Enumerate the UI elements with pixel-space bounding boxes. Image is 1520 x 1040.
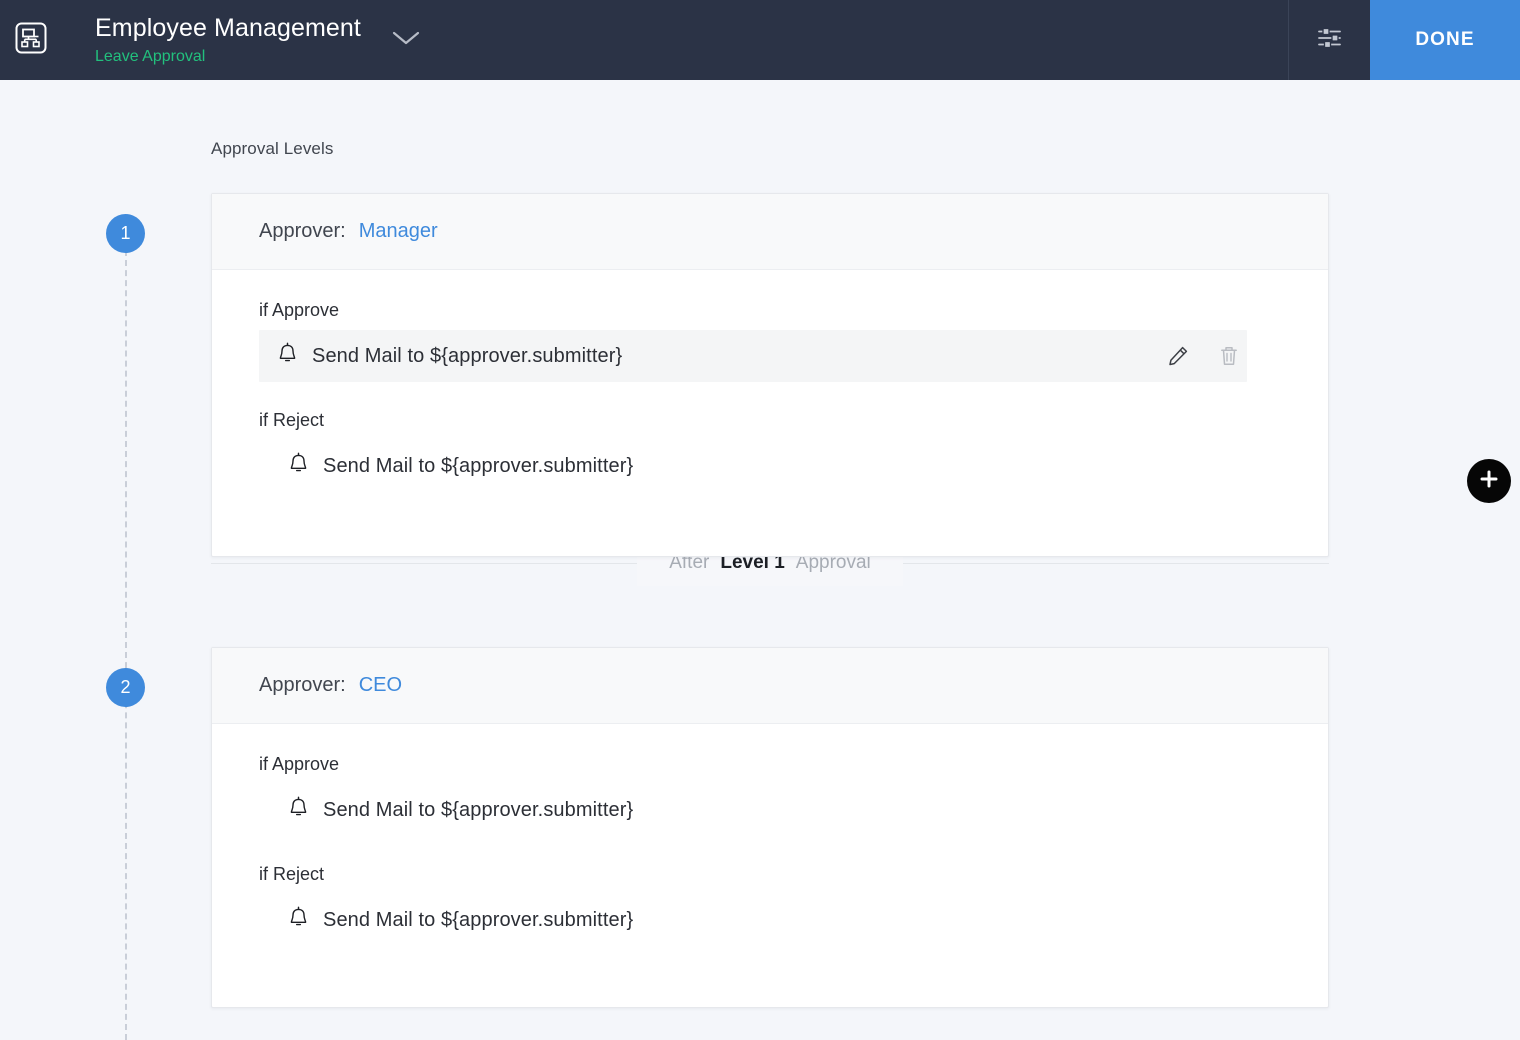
done-button[interactable]: DONE [1370, 0, 1520, 80]
level-1-body: if Approve Send Mail to ${approver.submi… [212, 270, 1328, 492]
action-text: Send Mail to ${approver.submitter} [312, 344, 623, 367]
app-subtitle: Leave Approval [95, 47, 206, 65]
approver-label: Approver: [259, 220, 346, 242]
approver-value-manager[interactable]: Manager [359, 220, 438, 243]
section-label: Approval Levels [211, 139, 334, 158]
header-spacer [451, 0, 1288, 80]
branch-label-approve: if Approve [259, 300, 340, 320]
action-row[interactable]: Send Mail to ${approver.submitter} [259, 894, 1248, 946]
action-text: Send Mail to ${approver.submitter} [323, 454, 634, 477]
app-icon-container[interactable] [0, 0, 62, 80]
row-action-buttons [1166, 344, 1247, 368]
level-2-header: Approver: CEO [212, 648, 1328, 724]
approval-level-card-1: Approver: Manager if Approve Send Mail t… [211, 193, 1511, 557]
level-connector-line [125, 250, 127, 1040]
sliders-icon [1316, 25, 1344, 56]
bell-icon [288, 906, 309, 934]
bell-icon [288, 452, 309, 480]
approver-label: Approver: [259, 674, 346, 696]
app-header: Employee Management Leave Approval DONE [0, 0, 1520, 80]
header-title-block: Employee Management Leave Approval [62, 0, 361, 80]
action-text: Send Mail to ${approver.submitter} [323, 908, 634, 931]
bell-icon [277, 342, 298, 370]
add-action-button[interactable] [1467, 459, 1511, 503]
approval-level-card-2: Approver: CEO if Approve Send Mail to ${… [211, 647, 1329, 1008]
app-title: Employee Management [95, 13, 361, 42]
settings-button[interactable] [1288, 0, 1370, 80]
bell-icon [288, 796, 309, 824]
branch-label-reject: if Reject [259, 410, 325, 430]
pencil-icon[interactable] [1166, 344, 1190, 368]
header-dropdown-toggle[interactable] [361, 0, 451, 80]
main-content: Approval Levels 1 Approver: Manager if A… [0, 80, 1520, 1040]
org-chart-icon [14, 21, 48, 60]
chevron-down-icon [391, 29, 421, 52]
trash-icon[interactable] [1217, 344, 1241, 368]
level-badge-1[interactable]: 1 [106, 214, 145, 253]
level-1-header: Approver: Manager [212, 194, 1328, 270]
action-text: Send Mail to ${approver.submitter} [323, 798, 634, 821]
action-row[interactable]: Send Mail to ${approver.submitter} [259, 440, 1248, 492]
branch-label-reject: if Reject [259, 864, 325, 884]
plus-icon [1478, 468, 1500, 495]
approver-value-ceo[interactable]: CEO [359, 674, 402, 697]
level-2-body: if Approve Send Mail to ${approver.submi… [212, 724, 1328, 946]
action-row[interactable]: Send Mail to ${approver.submitter} [259, 784, 1248, 836]
action-row[interactable]: Send Mail to ${approver.submitter} [259, 330, 1247, 382]
level-badge-2[interactable]: 2 [106, 668, 145, 707]
branch-label-approve: if Approve [259, 754, 340, 774]
